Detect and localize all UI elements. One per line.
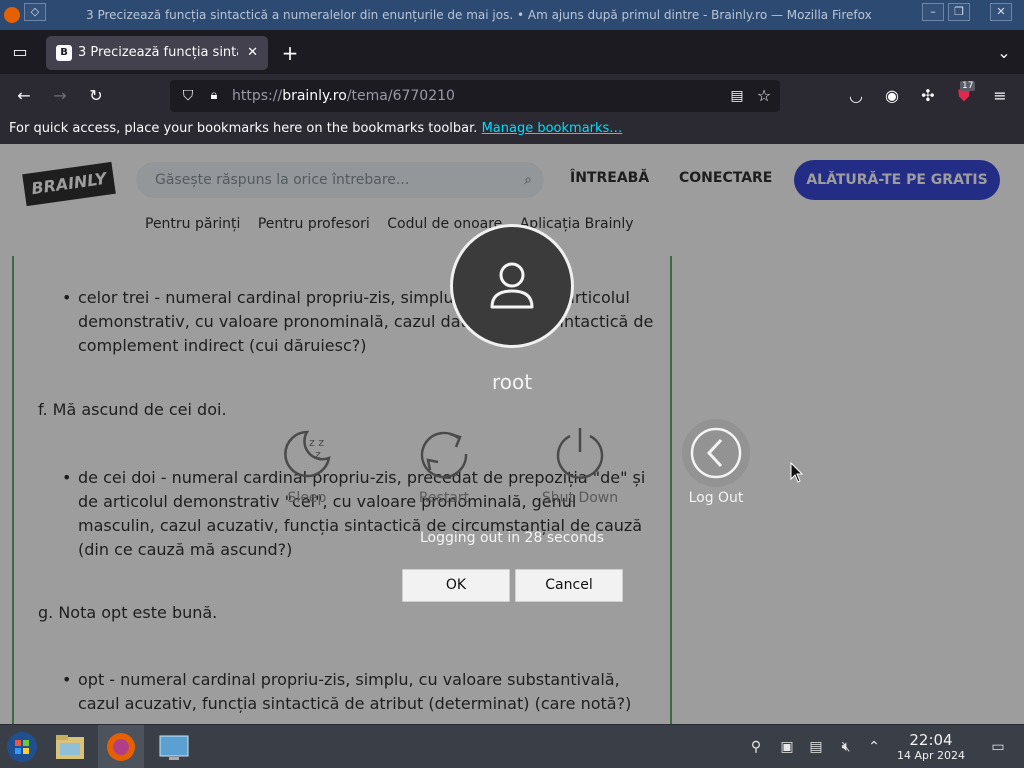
start-menu-icon[interactable] [4, 729, 40, 765]
clock[interactable]: 22:04 14 Apr 2024 [894, 731, 968, 763]
restart-label: Restart [418, 490, 470, 506]
lock-icon[interactable]: 🔒︎ [202, 84, 226, 108]
tracking-shield-icon[interactable]: ⛉ [176, 84, 200, 108]
back-arrow-icon[interactable]: ← [12, 84, 36, 108]
url-text[interactable]: https://brainly.ro/tema/6770210 [232, 80, 455, 112]
tab-active[interactable]: B 3 Precizează funcția sintactică ✕ [46, 36, 268, 70]
restart-icon [420, 431, 468, 479]
account-icon[interactable]: ◉ [880, 84, 904, 108]
system-monitor-icon[interactable] [156, 729, 192, 765]
user-icon [490, 262, 534, 309]
cancel-button[interactable]: Cancel [515, 569, 623, 602]
firefox-taskbar-button[interactable] [98, 725, 144, 768]
power-icon [556, 428, 604, 479]
reload-icon[interactable]: ↻ [84, 84, 108, 108]
pocket-icon[interactable]: ◡ [844, 84, 868, 108]
svg-text:z: z [315, 448, 321, 461]
window-menu-icon[interactable]: ◇ [24, 3, 46, 21]
username-label: root [491, 370, 533, 394]
window-titlebar: ◇ 3 Precizează funcția sintactică a nume… [0, 0, 1024, 30]
reader-view-icon[interactable]: ▤ [725, 84, 749, 108]
sleep-button[interactable]: z z z Sleep [247, 424, 367, 514]
list-all-tabs-icon[interactable]: ▭ [8, 40, 32, 64]
sleep-label: Sleep [287, 490, 327, 506]
clock-date: 14 Apr 2024 [896, 749, 965, 762]
ok-button[interactable]: OK [402, 569, 510, 602]
file-manager-icon[interactable] [52, 729, 88, 765]
sleep-moon-icon: z z z [284, 430, 331, 478]
tab-close-icon[interactable]: ✕ [247, 36, 258, 70]
hamburger-menu-icon[interactable]: ≡ [988, 84, 1012, 108]
user-avatar [450, 224, 574, 348]
network-tower-icon[interactable]: ⚲ [746, 737, 766, 757]
logout-label: Log Out [688, 490, 744, 506]
window-minimize-icon[interactable]: – [922, 3, 944, 21]
extensions-puzzle-icon[interactable]: ✣ [916, 84, 940, 108]
restart-button[interactable]: Restart [384, 424, 504, 514]
clipboard-icon[interactable]: ▣ [777, 737, 797, 757]
logout-button[interactable]: Log Out [656, 418, 776, 508]
firefox-app-icon [4, 7, 20, 23]
logout-back-icon [682, 419, 750, 487]
show-desktop-icon[interactable]: ▭ [988, 737, 1008, 757]
tab-overflow-chevron-icon[interactable]: ⌄ [992, 41, 1016, 65]
window-title: 3 Precizează funcția sintactică a numera… [86, 8, 872, 22]
tab-title: 3 Precizează funcția sintactică [78, 45, 238, 60]
shutdown-label: Shut Down [541, 490, 619, 506]
window-maximize-icon[interactable]: ❐ [948, 3, 970, 21]
tray-expand-chevron-icon[interactable]: ⌃ [864, 737, 884, 757]
bookmark-star-icon[interactable]: ☆ [752, 84, 776, 108]
manage-bookmarks-link[interactable]: Manage bookmarks… [482, 121, 623, 136]
bookmarks-toolbar: For quick access, place your bookmarks h… [0, 118, 1024, 144]
clock-time: 22:04 [909, 731, 953, 749]
logout-countdown: Logging out in 28 seconds [419, 530, 605, 546]
new-tab-button[interactable]: + [278, 41, 302, 65]
notes-icon[interactable]: ▤ [806, 737, 826, 757]
bookmarks-message: For quick access, place your bookmarks h… [9, 121, 478, 136]
shutdown-button[interactable]: Shut Down [520, 424, 640, 514]
extension-badge: 17 [960, 81, 976, 91]
url-bar[interactable]: ⛉ 🔒︎ https://brainly.ro/tema/6770210 ▤ ☆ [170, 80, 780, 112]
taskbar: ⚲ ▣ ▤ 🔇︎ ⌃ 22:04 14 Apr 2024 ▭ [0, 724, 1024, 768]
volume-muted-icon[interactable]: 🔇︎ [836, 737, 856, 757]
forward-arrow-icon[interactable]: → [48, 84, 72, 108]
window-close-icon[interactable]: ✕ [990, 3, 1012, 21]
brainly-favicon-icon: B [56, 45, 72, 61]
mouse-cursor-icon [790, 462, 804, 483]
